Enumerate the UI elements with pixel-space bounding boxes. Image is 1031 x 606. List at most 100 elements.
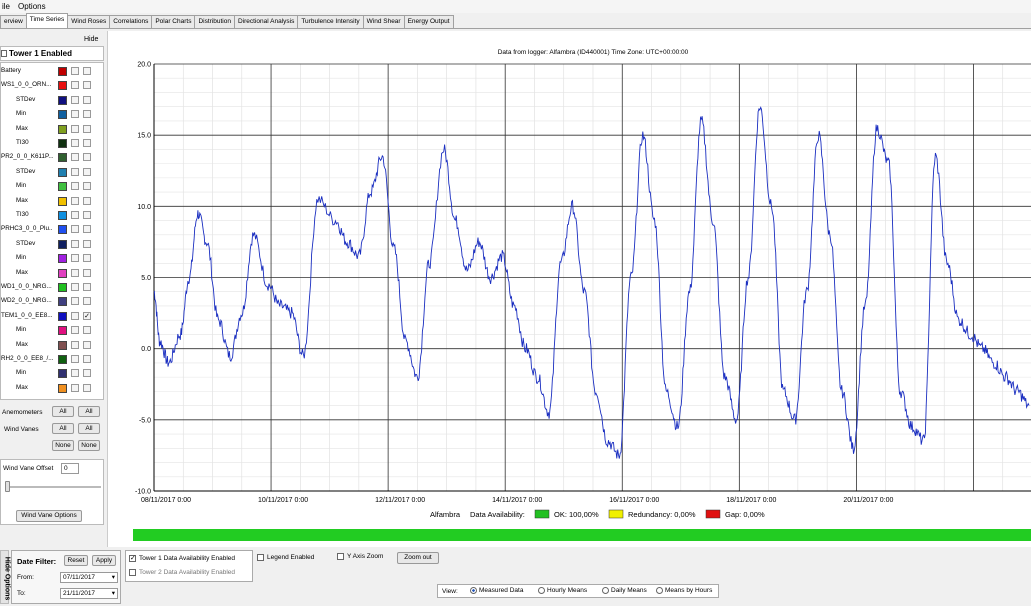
sensor-color-swatch[interactable] [58,355,67,364]
sensor-row[interactable]: WD2_0_0_NRG... [1,295,103,308]
zoom-out-button[interactable]: Zoom out [397,552,439,564]
tab-6[interactable]: Directional Analysis [233,15,299,28]
view-option[interactable]: Means by Hours [656,587,712,594]
sensor-secondary-checkbox[interactable] [83,283,91,291]
sensor-checkbox[interactable] [71,311,79,320]
sensor-color-swatch[interactable] [58,211,67,220]
sensor-color-swatch[interactable] [58,225,67,235]
sensor-secondary-checkbox[interactable] [83,182,91,191]
y-axis-zoom-checkbox[interactable] [337,553,344,560]
sensor-row[interactable]: Min [1,367,103,380]
offset-slider-thumb[interactable] [5,481,10,492]
tab-1[interactable]: Time Series [25,13,69,28]
sensor-checkbox[interactable] [71,124,79,133]
sensor-color-swatch[interactable] [58,283,67,292]
sensor-row[interactable]: PR2_0_0_K611P... [1,151,103,164]
sensor-color-swatch[interactable] [58,67,67,76]
tab-3[interactable]: Correlations [109,15,153,28]
sensor-color-swatch[interactable] [58,369,67,379]
sensor-secondary-checkbox[interactable] [83,369,91,378]
sensor-secondary-checkbox[interactable] [83,326,91,335]
sensor-color-swatch[interactable] [58,153,67,163]
sensor-color-swatch[interactable] [58,297,67,307]
sensor-row[interactable]: Min [1,324,103,337]
wind-vanes-all-button-1[interactable]: All [52,423,74,434]
tower-1-header[interactable]: Tower 1 Enabled [0,46,104,61]
sensor-checkbox[interactable] [71,196,79,205]
tower-1-checkbox[interactable] [1,50,7,57]
tab-5[interactable]: Distribution [194,15,235,28]
sensor-secondary-checkbox[interactable] [83,95,91,104]
sensor-color-swatch[interactable] [58,254,67,264]
radio-icon[interactable] [470,587,477,594]
sensor-secondary-checkbox[interactable] [83,355,91,363]
sensor-color-swatch[interactable] [58,110,67,120]
anemometers-all-button-1[interactable]: All [52,406,74,417]
view-option[interactable]: Measured Data [470,587,523,594]
sensor-row[interactable]: TEM1_0_0_EE8... ✓ [1,310,103,323]
sensor-secondary-checkbox[interactable] [83,268,91,277]
hide-options-tab[interactable]: Hide Options [0,550,11,604]
sensor-secondary-checkbox[interactable] [83,67,91,75]
sensor-color-swatch[interactable] [58,139,67,148]
sensor-checkbox[interactable] [71,211,79,219]
sensor-row[interactable]: Max [1,195,103,208]
sensor-secondary-checkbox[interactable] [83,139,91,147]
sensor-row[interactable]: Max [1,339,103,352]
wind-vane-options-button[interactable]: Wind Vane Options [16,510,82,522]
sensor-secondary-checkbox[interactable] [83,124,91,133]
apply-button[interactable]: Apply [92,555,116,566]
sensor-checkbox[interactable] [71,153,79,162]
sensor-checkbox[interactable] [71,340,79,349]
sensor-checkbox[interactable] [71,383,79,392]
view-option[interactable]: Daily Means [602,587,647,594]
sensor-secondary-checkbox[interactable] [83,254,91,263]
sensor-row[interactable]: STDev [1,94,103,107]
tower-2-availability-checkbox[interactable] [129,569,136,576]
sensor-color-swatch[interactable] [58,167,67,177]
wind-vanes-all-button-2[interactable]: All [78,423,100,434]
time-series-chart[interactable]: Data from logger: Alfambra (ID440001) Ti… [108,31,1031,547]
sensor-checkbox[interactable] [71,95,79,104]
sensor-row[interactable]: Max [1,382,103,395]
sensor-row[interactable]: Battery [1,65,103,78]
to-date-picker[interactable]: 21/11/2017 ▾ [60,588,118,599]
chevron-down-icon[interactable]: ▾ [112,589,115,598]
offset-slider-track[interactable] [5,486,101,488]
radio-icon[interactable] [538,587,545,594]
sensor-secondary-checkbox[interactable] [83,110,91,119]
tab-0[interactable]: erview [0,15,27,28]
sensor-row[interactable]: PRHC3_0_0_Plu... [1,223,103,236]
y-axis-zoom-toggle[interactable]: Y Axis Zoom [337,553,383,560]
sensor-color-swatch[interactable] [58,182,67,192]
sensor-checkbox[interactable] [71,139,79,147]
sensor-color-swatch[interactable] [58,340,67,350]
tab-8[interactable]: Wind Shear [362,15,405,28]
sensor-checkbox[interactable] [71,283,79,291]
sensor-row[interactable]: Max [1,267,103,280]
sensor-row[interactable]: Min [1,180,103,193]
none-button-2[interactable]: None [78,440,100,451]
tab-9[interactable]: Energy Output [403,15,454,28]
sensor-secondary-checkbox[interactable] [83,196,91,205]
sensor-row[interactable]: WS1_0_0_ORN... [1,79,103,92]
sensor-secondary-checkbox[interactable] [83,297,91,306]
sensor-secondary-checkbox[interactable] [83,340,91,349]
sensor-row[interactable]: STDev [1,238,103,251]
sensor-checkbox[interactable] [71,268,79,277]
wind-vane-offset-input[interactable]: 0 [61,463,79,474]
tower-1-availability-toggle[interactable]: ✓ Tower 1 Data Availability Enabled [129,555,235,562]
sensor-secondary-checkbox[interactable] [83,153,91,162]
sensor-row[interactable]: TI30 [1,209,103,222]
view-option[interactable]: Hourly Means [538,587,587,594]
sensor-checkbox[interactable] [71,182,79,191]
sensor-color-swatch[interactable] [58,124,67,134]
sensor-row[interactable]: Max [1,123,103,136]
sensor-checkbox[interactable] [71,369,79,378]
from-date-picker[interactable]: 07/11/2017 ▾ [60,572,118,583]
legend-toggle[interactable]: Legend Enabled [257,554,314,561]
sensor-color-swatch[interactable] [58,239,67,249]
sensor-row[interactable]: WD1_0_0_NRG... [1,281,103,294]
sensor-color-swatch[interactable] [58,326,67,336]
radio-icon[interactable] [602,587,609,594]
